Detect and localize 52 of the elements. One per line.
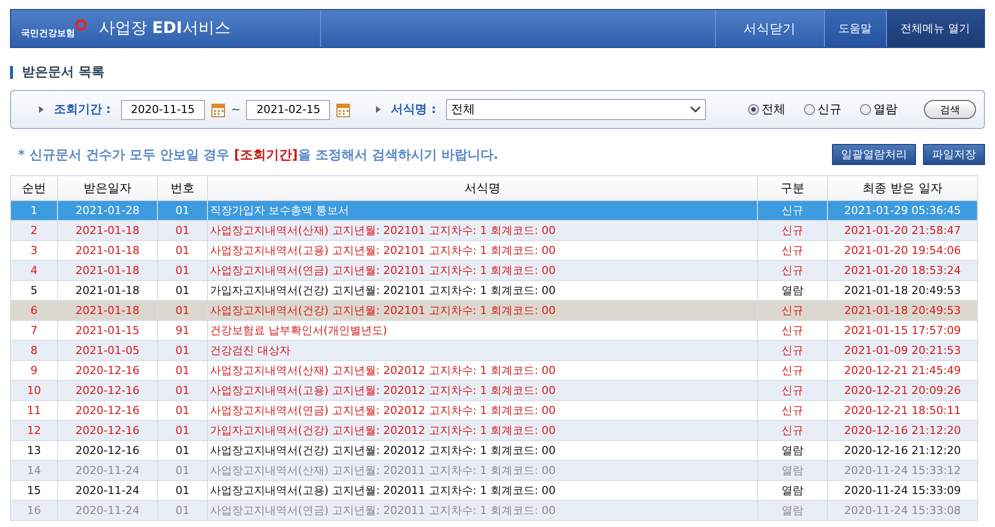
table-row[interactable]: 10 2020-12-16 01 사업장고지내역서(고용) 고지년월: 202012 고지차수: 1 회계코드: 00 신규 2020-12-21 20:09:26 — [10, 380, 978, 400]
table-row[interactable]: 3 2021-01-18 01 사업장고지내역서(고용) 고지년월: 202101 고지차수: 1 회계코드: 00 신규 2021-01-20 19:54:06 — [10, 240, 978, 260]
column-header: 받은일자 — [58, 176, 158, 200]
table-row[interactable]: 8 2021-01-05 01 건강검진 대상자 신규 2021-01-09 20:21:53 — [10, 340, 978, 360]
chevron-down-icon — [690, 106, 702, 113]
action-button[interactable]: 일괄열람처리 — [832, 144, 916, 165]
search-button[interactable]: 검색 — [924, 100, 976, 119]
table-row[interactable]: 16 2020-11-24 01 사업장고지내역서(연금) 고지년월: 202011 고지차수: 1 회계코드: 00 열람 2020-11-24 15:33:08 — [10, 500, 978, 520]
period-label: 조회기간 : — [54, 101, 111, 118]
nav-button[interactable]: 도움말 — [824, 10, 886, 47]
table-cell: 16 — [10, 500, 58, 520]
logo-ring-icon — [75, 19, 87, 31]
table-cell: 사업장고지내역서(연금) 고지년월: 202011 고지차수: 1 회계코드: 00 — [208, 500, 758, 520]
section-title: 받은문서 목록 — [10, 66, 105, 79]
table-row[interactable]: 15 2020-11-24 01 사업장고지내역서(고용) 고지년월: 202011 고지차수: 1 회계코드: 00 열람 2020-11-24 15:33:09 — [10, 480, 978, 500]
service-title: 사업장 EDI서비스 — [99, 18, 230, 39]
column-header: 최종 받은 일자 — [828, 176, 978, 200]
column-header: 구분 — [758, 176, 828, 200]
table-row[interactable]: 11 2020-12-16 01 사업장고지내역서(연금) 고지년월: 202012 고지차수: 1 회계코드: 00 신규 2020-12-21 18:50:11 — [10, 400, 978, 420]
column-header: 순번 — [10, 176, 58, 200]
filter-radio[interactable]: 전체 — [748, 101, 786, 118]
end-date-field[interactable]: 2021-02-15 — [246, 100, 330, 120]
filter-radio[interactable]: 열람 — [860, 101, 898, 118]
range-separator: ~ — [231, 103, 240, 116]
column-header: 서식명 — [208, 176, 758, 200]
table-row[interactable]: 12 2020-12-16 01 가입자고지내역서(건강) 고지년월: 202012 고지차수: 1 회계코드: 00 신규 2020-12-16 21:12:20 — [10, 420, 978, 440]
nav-button[interactable]: 전체메뉴 열기 — [886, 10, 984, 47]
bullet-icon — [39, 106, 44, 113]
table-row[interactable]: 13 2020-12-16 01 사업장고지내역서(건강) 고지년월: 202012 고지차수: 1 회계코드: 00 열람 2020-12-16 21:12:20 — [10, 440, 978, 460]
calendar-icon[interactable] — [336, 102, 351, 118]
table-row[interactable]: 2 2021-01-18 01 사업장고지내역서(산재) 고지년월: 202101 고지차수: 1 회계코드: 00 신규 2021-01-20 21:58:47 — [10, 220, 978, 240]
table-row[interactable]: 14 2020-11-24 01 사업장고지내역서(산재) 고지년월: 202011 고지차수: 1 회계코드: 00 열람 2020-11-24 15:33:12 — [10, 460, 978, 480]
table-row[interactable]: 4 2021-01-18 01 사업장고지내역서(연금) 고지년월: 202101 고지차수: 1 회계코드: 00 신규 2021-01-20 18:53:24 — [10, 260, 978, 280]
action-button[interactable]: 파일저장 — [923, 144, 985, 165]
start-date-field[interactable]: 2020-11-15 — [120, 100, 205, 120]
calendar-icon[interactable] — [210, 102, 226, 118]
table-row[interactable]: 6 2021-01-18 01 사업장고지내역서(건강) 고지년월: 202101 고지차수: 1 회계코드: 00 신규 2021-01-18 20:49:53 — [10, 300, 978, 320]
filter-radio[interactable]: 신규 — [804, 101, 842, 118]
form-select[interactable]: 전체 — [446, 99, 706, 120]
notice-text: * 신규문서 건수가 모두 안보일 경우 [조회기간]을 조정해서 검색하시기 바랍니다. — [17, 146, 498, 164]
table-row[interactable]: 5 2021-01-18 01 가입자고지내역서(건강) 고지년월: 202101 고지차수: 1 회계코드: 00 열람 2021-01-18 20:49:53 — [10, 280, 978, 300]
table-cell: 2020-11-24 — [58, 500, 158, 520]
table-row[interactable]: 7 2021-01-15 91 건강보험료 납부확인서(개인별년도) 신규 2021-01-15 17:57:09 — [10, 320, 978, 340]
column-header: 번호 — [158, 176, 208, 200]
table-cell: 2020-11-24 15:33:08 — [828, 500, 978, 520]
table-row[interactable]: 1 2021-01-28 01 직장가입자 보수총액 통보서 신규 2021-01-29 05:36:45 — [10, 200, 978, 220]
form-label: 서식명 : — [391, 101, 436, 118]
logo-text[interactable]: 국민건강보험 — [21, 27, 75, 40]
table-cell: 01 — [158, 500, 208, 520]
bullet-icon — [376, 106, 382, 113]
table-cell: 열람 — [758, 500, 828, 520]
table-row[interactable]: 9 2020-12-16 01 사업장고지내역서(산재) 고지년월: 202012 고지차수: 1 회계코드: 00 신규 2020-12-21 21:45:49 — [10, 360, 978, 380]
